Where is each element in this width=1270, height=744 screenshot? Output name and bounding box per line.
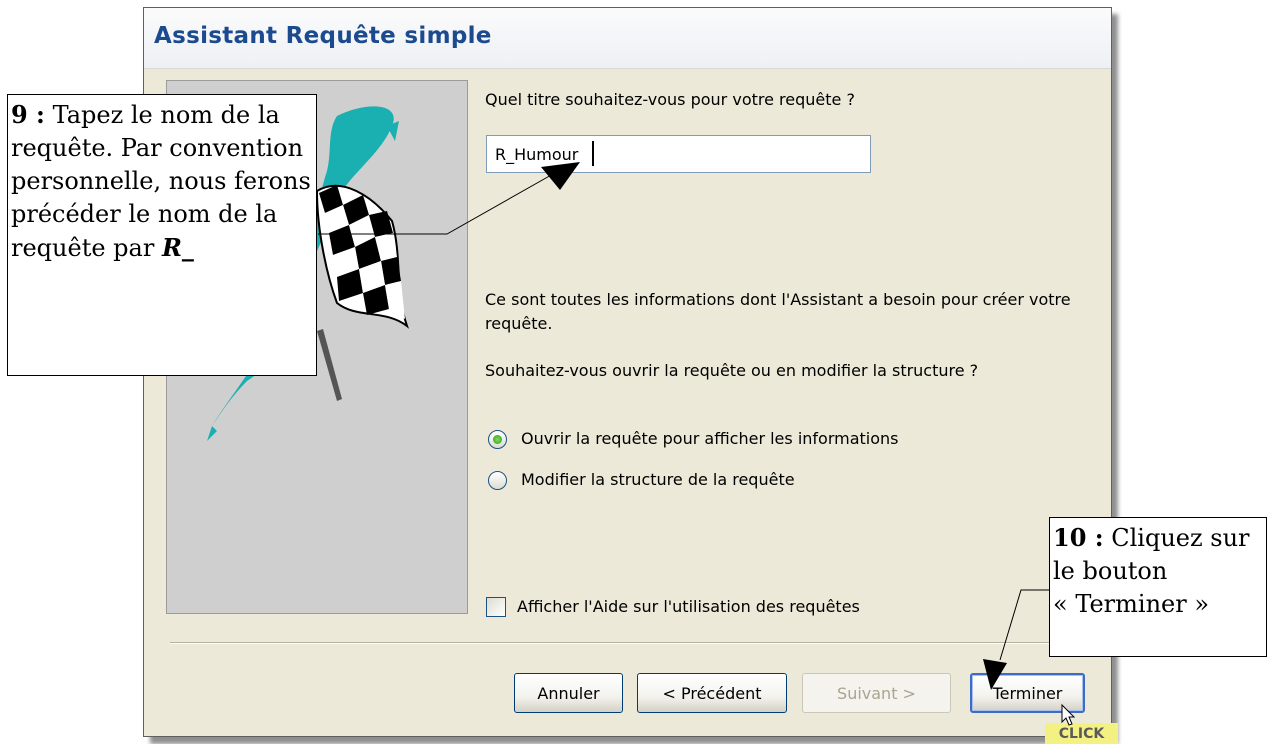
callout-step-10: 10 : Cliquez sur le bouton « Terminer »: [1049, 517, 1267, 657]
help-checkbox[interactable]: [486, 597, 506, 617]
dialog-title: Assistant Requête simple: [154, 23, 492, 49]
next-button[interactable]: Suivant >: [802, 673, 951, 713]
callout-9-number: 9 :: [11, 100, 45, 129]
title-question-label: Quel titre souhaitez-vous pour votre req…: [485, 90, 855, 109]
previous-button[interactable]: < Précédent: [637, 673, 787, 713]
radio-open-label[interactable]: Ouvrir la requête pour afficher les info…: [521, 429, 899, 448]
click-indicator: CLICK: [1045, 723, 1118, 744]
callout-step-9: 9 : Tapez le nom de la requête. Par conv…: [7, 94, 317, 376]
choice-prompt: Souhaitez-vous ouvrir la requête ou en m…: [485, 361, 979, 380]
title-bar: Assistant Requête simple: [144, 8, 1111, 69]
radio-button-selected[interactable]: [488, 430, 507, 449]
radio-modify-label[interactable]: Modifier la structure de la requête: [521, 470, 795, 489]
callout-9-text: Tapez le nom de la requête. Par conventi…: [11, 101, 311, 262]
radio-button[interactable]: [488, 471, 507, 490]
callout-10-quote: « Terminer »: [1053, 590, 1210, 618]
info-text: Ce sont toutes les informations dont l'A…: [485, 290, 1071, 333]
button-separator: [170, 642, 1082, 644]
help-checkbox-label[interactable]: Afficher l'Aide sur l'utilisation des re…: [517, 597, 860, 616]
cancel-button[interactable]: Annuler: [514, 673, 623, 713]
callout-10-number: 10 :: [1053, 523, 1104, 552]
radio-selected-dot: [493, 435, 502, 444]
query-title-input[interactable]: [486, 135, 871, 173]
text-caret: [592, 141, 594, 166]
finish-button[interactable]: Terminer: [970, 673, 1085, 713]
callout-9-prefix: R_: [161, 233, 194, 262]
